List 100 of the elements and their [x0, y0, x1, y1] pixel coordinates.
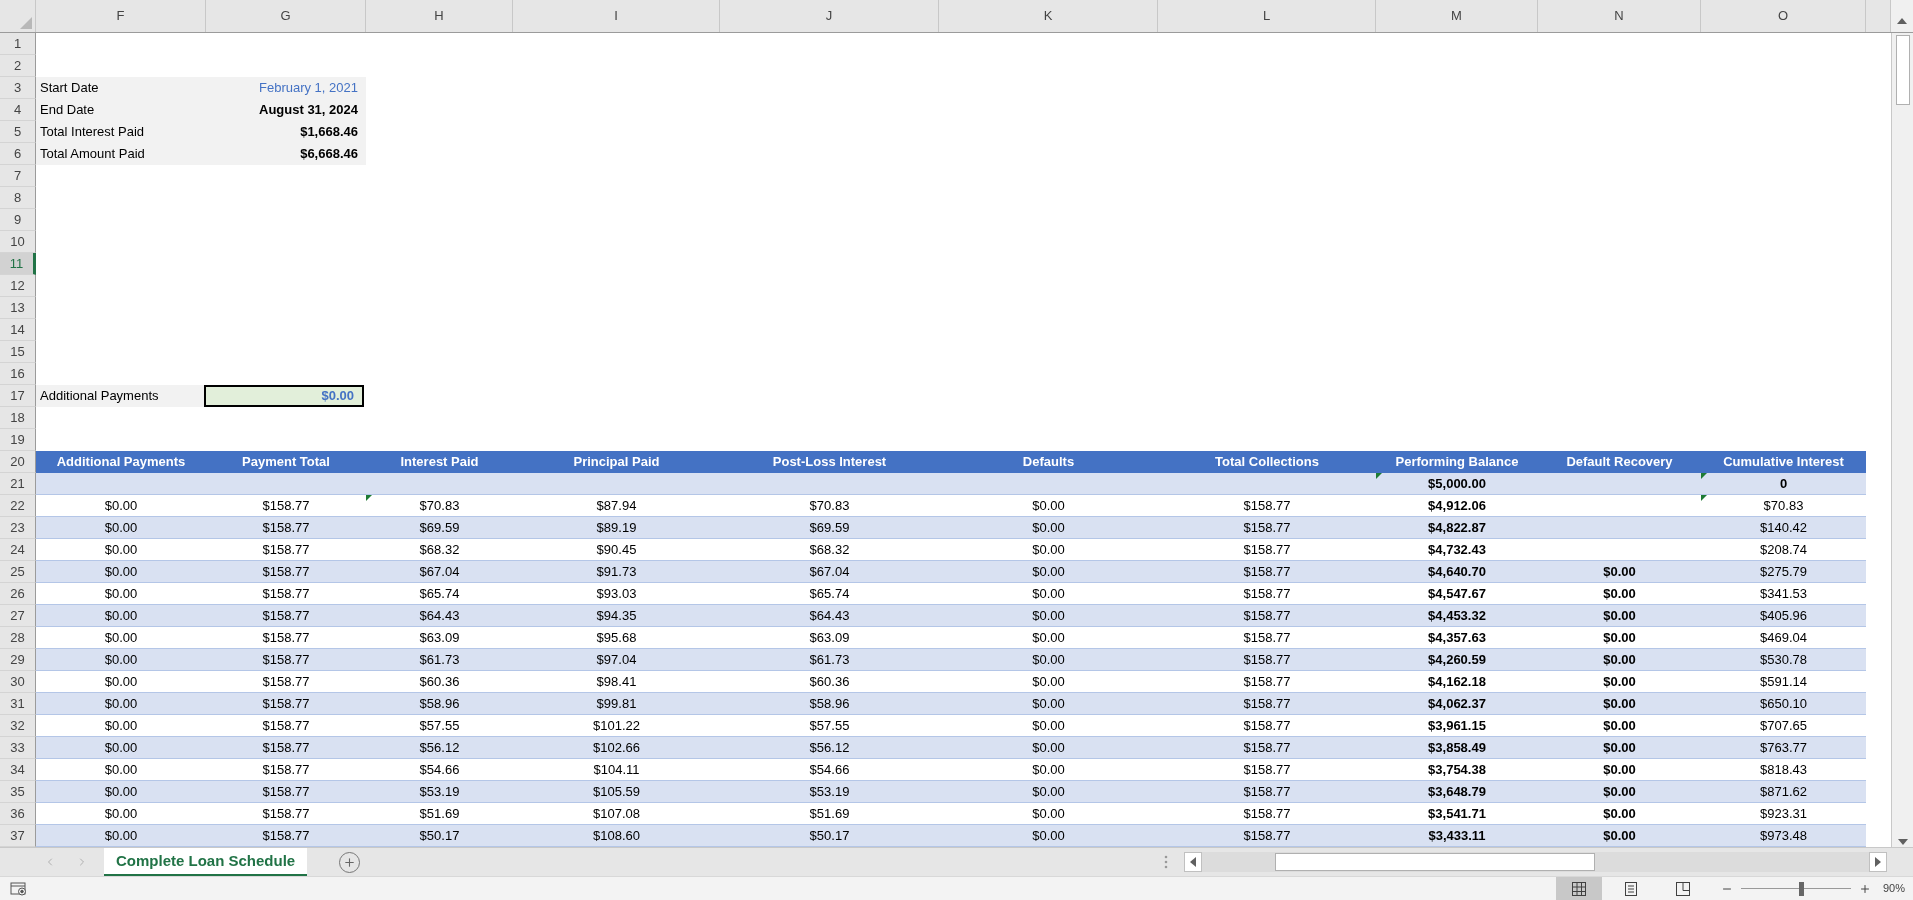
table-cell-text: $90.45 [596, 540, 637, 559]
row-header[interactable]: 32 [0, 715, 36, 737]
column-header[interactable]: I [513, 0, 720, 32]
row-header[interactable]: 8 [0, 187, 36, 209]
row-header[interactable]: 11 [0, 253, 36, 275]
scroll-left-button[interactable] [1188, 857, 1198, 867]
splitter-handle-icon[interactable] [1164, 855, 1168, 869]
row-header[interactable]: 31 [0, 693, 36, 715]
summary-label: End Date [36, 99, 206, 121]
table-cell-text: $61.73 [419, 650, 460, 669]
table-cell-text: $158.77 [262, 826, 310, 845]
column-header[interactable]: F [36, 0, 206, 32]
row-header[interactable]: 34 [0, 759, 36, 781]
row-header[interactable]: 7 [0, 165, 36, 187]
row-header[interactable]: 30 [0, 671, 36, 693]
column-header[interactable]: J [720, 0, 939, 32]
row-header[interactable]: 6 [0, 143, 36, 165]
row-header[interactable]: 18 [0, 407, 36, 429]
table-cell-text: $56.12 [809, 738, 850, 757]
row-header[interactable]: 37 [0, 825, 36, 847]
zoom-in-icon[interactable] [1858, 882, 1871, 895]
row-header[interactable]: 22 [0, 495, 36, 517]
table-cell-text: $158.77 [1243, 782, 1291, 801]
row-header[interactable]: 15 [0, 341, 36, 363]
slider-thumb[interactable] [1799, 881, 1805, 896]
row-header[interactable]: 21 [0, 473, 36, 495]
row-header[interactable]: 20 [0, 451, 36, 473]
table-cell-text: $158.77 [1243, 584, 1291, 603]
table-cell-text: $0.00 [104, 540, 138, 559]
table-cell-text: $0.00 [1032, 562, 1065, 581]
table-cell-text: $4,640.70 [1428, 562, 1486, 581]
table-cell-text: $763.77 [1760, 738, 1807, 757]
column-heading: Total Collections [1214, 453, 1320, 472]
column-header[interactable]: N [1538, 0, 1701, 32]
row-header[interactable]: 19 [0, 429, 36, 451]
row-header[interactable]: 33 [0, 737, 36, 759]
table-cell-text: $158.77 [1243, 518, 1291, 537]
column-header[interactable]: M [1376, 0, 1538, 32]
row-header[interactable]: 14 [0, 319, 36, 341]
table-cell-text: $0.00 [1603, 628, 1636, 647]
column-header[interactable]: K [939, 0, 1158, 32]
table-cell-text: $0.00 [104, 628, 138, 647]
scroll-right-button[interactable] [1873, 857, 1883, 867]
row-header[interactable]: 2 [0, 55, 36, 77]
table-cell-text: $4,260.59 [1428, 650, 1486, 669]
table-cell-text: $158.77 [1243, 760, 1291, 779]
row-header[interactable]: 1 [0, 33, 36, 55]
table-cell-text: $69.59 [419, 518, 460, 537]
row-header[interactable]: 26 [0, 583, 36, 605]
view-button[interactable] [1555, 876, 1602, 900]
row-header[interactable]: 28 [0, 627, 36, 649]
row-header[interactable]: 24 [0, 539, 36, 561]
row-header[interactable]: 23 [0, 517, 36, 539]
scroll-up-button[interactable] [1897, 16, 1907, 26]
column-heading: Cumulative Interest [1722, 453, 1845, 472]
vertical-scrollbar[interactable] [1891, 33, 1913, 847]
scrollbar-thumb[interactable] [1895, 35, 1910, 105]
row-header[interactable]: 5 [0, 121, 36, 143]
row-header[interactable]: 16 [0, 363, 36, 385]
table-cell-text: $53.19 [809, 782, 850, 801]
row-header[interactable]: 36 [0, 803, 36, 825]
column-header[interactable]: O [1701, 0, 1866, 32]
column-header[interactable]: H [366, 0, 513, 32]
scrollbar-thumb[interactable] [1274, 853, 1595, 871]
zoom-level[interactable]: 90% [1882, 880, 1905, 897]
table-cell-text: $341.53 [1760, 584, 1807, 603]
row-header[interactable]: 10 [0, 231, 36, 253]
row-header[interactable]: 17 [0, 385, 36, 407]
column-header[interactable]: G [206, 0, 366, 32]
row-header[interactable]: 27 [0, 605, 36, 627]
row-header[interactable]: 12 [0, 275, 36, 297]
row-header[interactable]: 13 [0, 297, 36, 319]
row-header[interactable]: 35 [0, 781, 36, 803]
row-header[interactable]: 4 [0, 99, 36, 121]
table-cell-text: $4,162.18 [1428, 672, 1486, 691]
table-cell-text: $4,822.87 [1428, 518, 1486, 537]
sheet-tab[interactable]: Complete Loan Schedule [104, 848, 308, 876]
table-cell-text: $530.78 [1760, 650, 1807, 669]
row-header[interactable]: 9 [0, 209, 36, 231]
table-cell-text: $0.00 [104, 716, 138, 735]
table-cell-text: $64.43 [419, 606, 460, 625]
table-cell-text: $158.77 [1243, 650, 1291, 669]
macro-record-icon[interactable] [10, 881, 28, 896]
row-header[interactable]: 25 [0, 561, 36, 583]
column-header[interactable]: L [1158, 0, 1376, 32]
table-cell-text: $158.77 [1243, 694, 1291, 713]
row-header[interactable]: 29 [0, 649, 36, 671]
column-heading: Post-Loss Interest [771, 453, 888, 472]
table-cell-text: $0.00 [1603, 782, 1636, 801]
input-field[interactable]: $0.00 [204, 385, 364, 407]
table-cell-text: $0.00 [1032, 804, 1065, 823]
zoom-slider[interactable] [1740, 881, 1851, 896]
table-cell-text: $108.60 [593, 826, 640, 845]
table-cell-text: $57.55 [419, 716, 460, 735]
table-cell-text: $54.66 [419, 760, 460, 779]
table-cell-text: $0.00 [1603, 738, 1636, 757]
table-cell-text: $158.77 [1243, 496, 1291, 515]
row-header[interactable]: 3 [0, 77, 36, 99]
horizontal-scrollbar[interactable] [1184, 852, 1887, 872]
table-cell-text: $5,000.00 [1428, 474, 1486, 493]
